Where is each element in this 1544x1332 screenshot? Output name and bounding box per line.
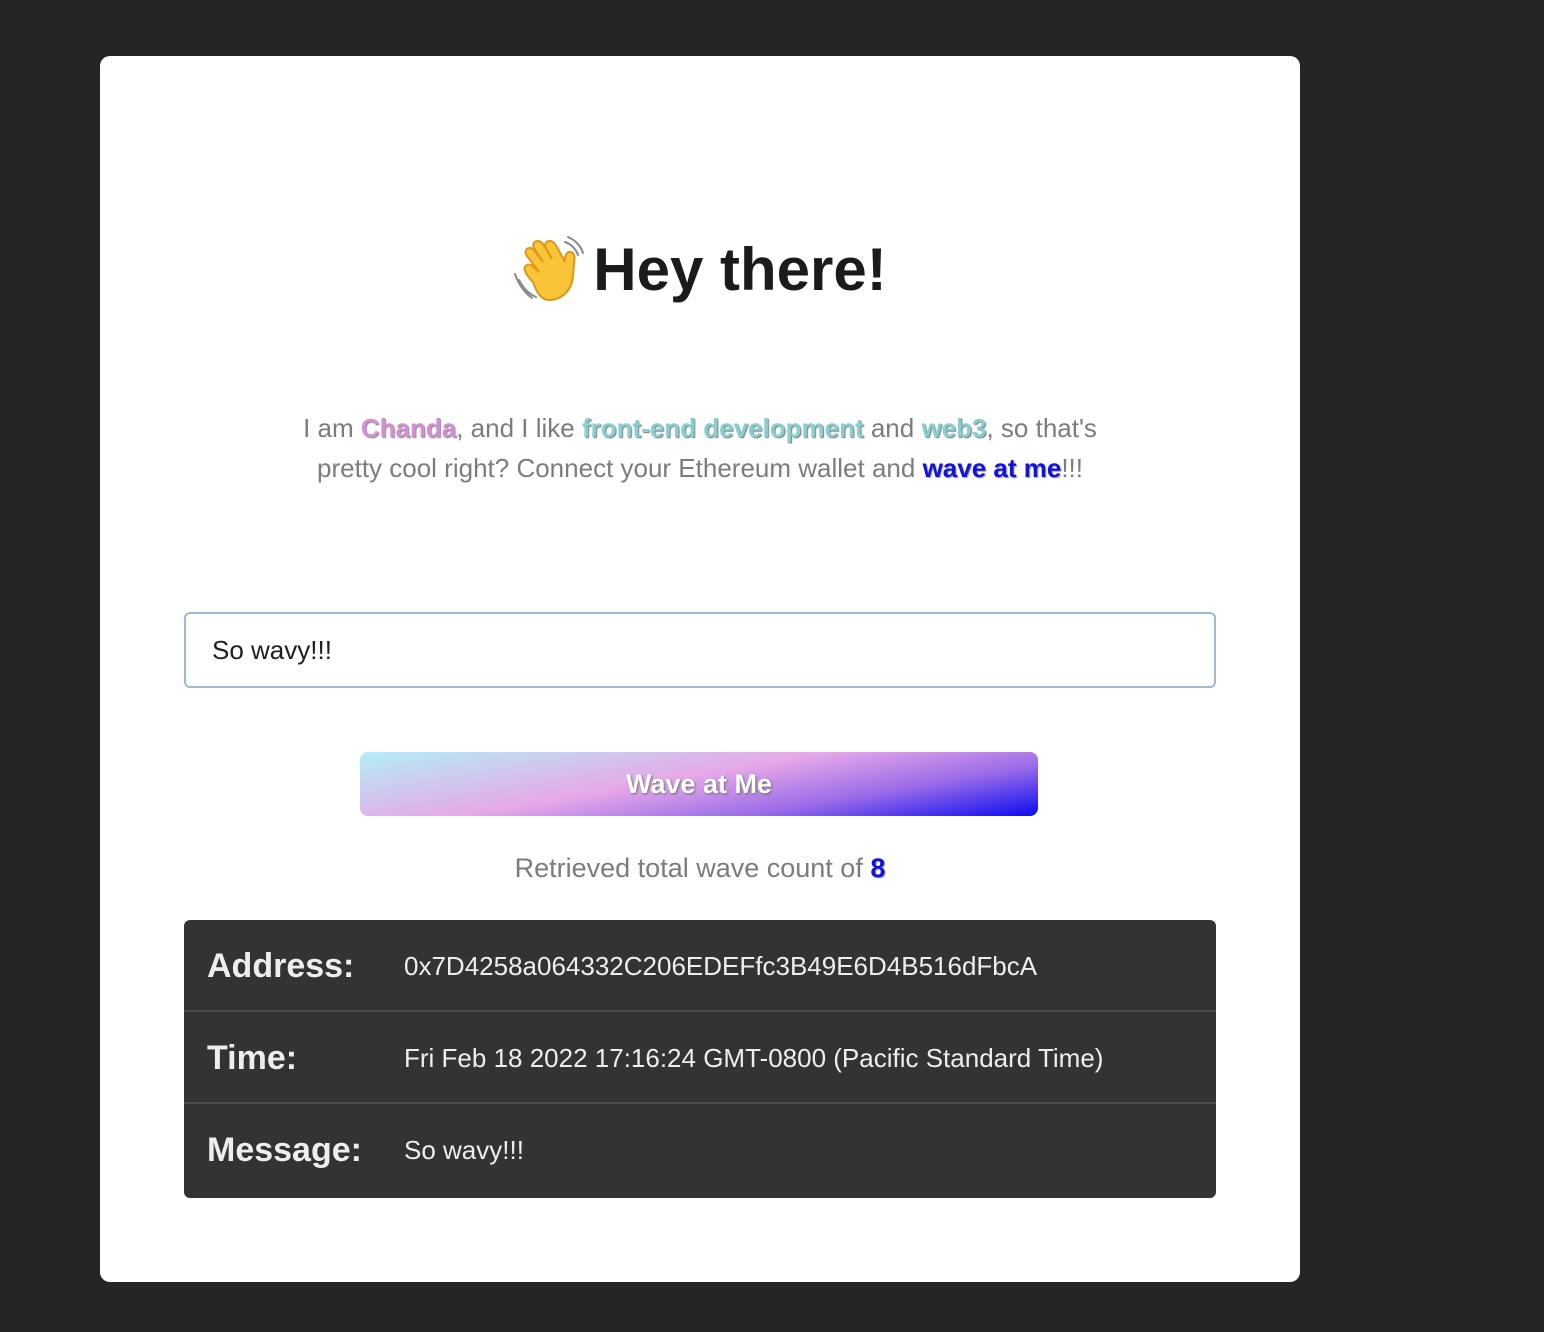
bio-part-2: , and I like — [456, 413, 582, 443]
wave-count-value: 8 — [870, 853, 886, 883]
time-value: Fri Feb 18 2022 17:16:24 GMT-0800 (Pacif… — [404, 1043, 1104, 1073]
main-card: Hey there! I am Chanda, and I like front… — [100, 56, 1300, 1282]
interest-web3-highlight: web3 — [921, 413, 987, 443]
waving-hand-icon — [514, 236, 585, 302]
address-label: Address: — [207, 947, 355, 985]
wave-cta-highlight: wave at me — [922, 453, 1062, 483]
bio-part-1: I am — [303, 413, 361, 443]
interest-frontend-highlight: front-end development — [581, 413, 864, 443]
time-label: Time: — [207, 1039, 298, 1077]
name-highlight: Chanda — [360, 413, 457, 443]
page-title: Hey there! — [100, 234, 1300, 306]
address-value: 0x7D4258a064332C206EDEFfc3B49E6D4B516dFb… — [404, 951, 1038, 981]
message-row: Message: So wavy!!! — [184, 1104, 1216, 1196]
message-value: So wavy!!! — [404, 1135, 524, 1165]
message-label: Message: — [207, 1131, 362, 1169]
wave-button[interactable]: Wave at Me — [360, 752, 1038, 816]
time-row: Time: Fri Feb 18 2022 17:16:24 GMT-0800 … — [184, 1012, 1216, 1104]
bio-text: I am Chanda, and I like front-end develo… — [276, 408, 1124, 488]
title-text: Hey there! — [593, 236, 887, 303]
wave-entry: Address: 0x7D4258a064332C206EDEFfc3B49E6… — [184, 920, 1216, 1198]
wave-count-label: Retrieved total wave count of — [514, 853, 871, 883]
bio-part-5: !!! — [1061, 453, 1083, 483]
address-row: Address: 0x7D4258a064332C206EDEFfc3B49E6… — [184, 920, 1216, 1012]
bio-part-3: and — [863, 413, 922, 443]
message-input[interactable] — [184, 612, 1216, 688]
wave-count-status: Retrieved total wave count of 8 — [100, 848, 1300, 888]
